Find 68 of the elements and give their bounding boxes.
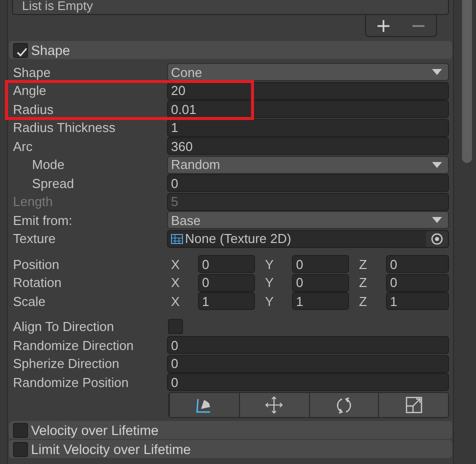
field-label: Angle bbox=[12, 83, 48, 98]
move-icon bbox=[265, 396, 284, 414]
field-label: Spherize Direction bbox=[12, 356, 120, 371]
field-label: Align To Direction bbox=[12, 319, 115, 334]
number-field[interactable]: 0 bbox=[167, 174, 449, 192]
number-field[interactable]: 1 bbox=[292, 292, 349, 310]
tool-button[interactable] bbox=[169, 393, 239, 417]
field-label: Texture bbox=[12, 231, 57, 246]
number-field[interactable]: 0 bbox=[292, 255, 349, 273]
field-label: Randomize Direction bbox=[12, 338, 135, 352]
field-label: Arc bbox=[12, 138, 34, 154]
number-field[interactable]: 0.01 bbox=[167, 100, 449, 118]
axis-label: Z bbox=[358, 256, 368, 272]
number-field[interactable]: 20 bbox=[167, 82, 449, 100]
number-field[interactable]: 0 bbox=[198, 274, 255, 292]
field-label: Radius Thickness bbox=[12, 120, 116, 135]
module-checkbox[interactable] bbox=[13, 442, 28, 456]
scale-icon bbox=[404, 396, 423, 414]
axis-label: Y bbox=[264, 294, 275, 308]
number-field[interactable]: 0 bbox=[167, 373, 449, 391]
texture-icon bbox=[171, 234, 183, 244]
field-label: Scale bbox=[12, 294, 47, 308]
dropdown[interactable]: Random bbox=[167, 156, 449, 174]
module-title: Shape bbox=[31, 42, 70, 58]
module-checkbox[interactable] bbox=[13, 422, 28, 438]
module-title: Limit Velocity over Lifetime bbox=[31, 442, 191, 456]
module-title: Velocity over Lifetime bbox=[31, 422, 159, 438]
dropdown[interactable]: Cone bbox=[167, 63, 449, 81]
caret-icon bbox=[432, 217, 442, 223]
tool-button[interactable] bbox=[378, 393, 448, 417]
module-checkbox[interactable] bbox=[13, 42, 28, 58]
field-label: Spread bbox=[31, 176, 75, 190]
caret-icon bbox=[432, 69, 442, 75]
dropdown[interactable]: Base bbox=[167, 211, 449, 229]
number-field[interactable]: 0 bbox=[386, 274, 449, 292]
number-field[interactable]: 0 bbox=[198, 255, 255, 273]
checkbox[interactable] bbox=[168, 319, 183, 334]
field-label: Rotation bbox=[12, 275, 62, 290]
number-field[interactable]: 1 bbox=[386, 292, 449, 310]
target-icon bbox=[431, 232, 443, 244]
field-label: Length bbox=[12, 194, 54, 209]
field-label: Emit from: bbox=[12, 212, 74, 228]
axis-label: X bbox=[170, 294, 181, 308]
add-button[interactable]: + bbox=[372, 16, 396, 34]
axis-label: X bbox=[170, 275, 181, 290]
axis-label: Y bbox=[264, 256, 275, 272]
number-field[interactable]: 1 bbox=[198, 292, 255, 310]
field-label: Mode bbox=[31, 157, 66, 172]
number-field[interactable]: 0 bbox=[292, 274, 349, 292]
rotate-icon bbox=[334, 396, 353, 414]
number-field[interactable]: 0 bbox=[386, 255, 449, 273]
number-field[interactable]: 0 bbox=[167, 336, 449, 354]
axis-label: X bbox=[170, 256, 181, 272]
field-label: Shape bbox=[12, 64, 52, 80]
field-label: Radius bbox=[12, 102, 54, 116]
number-field[interactable]: 1 bbox=[167, 118, 449, 136]
number-field[interactable]: 360 bbox=[167, 137, 449, 155]
scroll-thumb[interactable] bbox=[462, 0, 472, 163]
field-label: Randomize Position bbox=[12, 374, 130, 390]
caret-icon bbox=[432, 162, 442, 168]
object-field[interactable]: None (Texture 2D) bbox=[167, 230, 449, 248]
axis-label: Z bbox=[358, 275, 368, 290]
axis-label: Y bbox=[264, 275, 275, 290]
picker-button[interactable] bbox=[426, 230, 448, 246]
axis-label: Z bbox=[358, 294, 368, 308]
field-label: Position bbox=[12, 256, 60, 272]
number-field[interactable]: 0 bbox=[167, 354, 449, 372]
list-box: List is Empty bbox=[12, 0, 449, 15]
